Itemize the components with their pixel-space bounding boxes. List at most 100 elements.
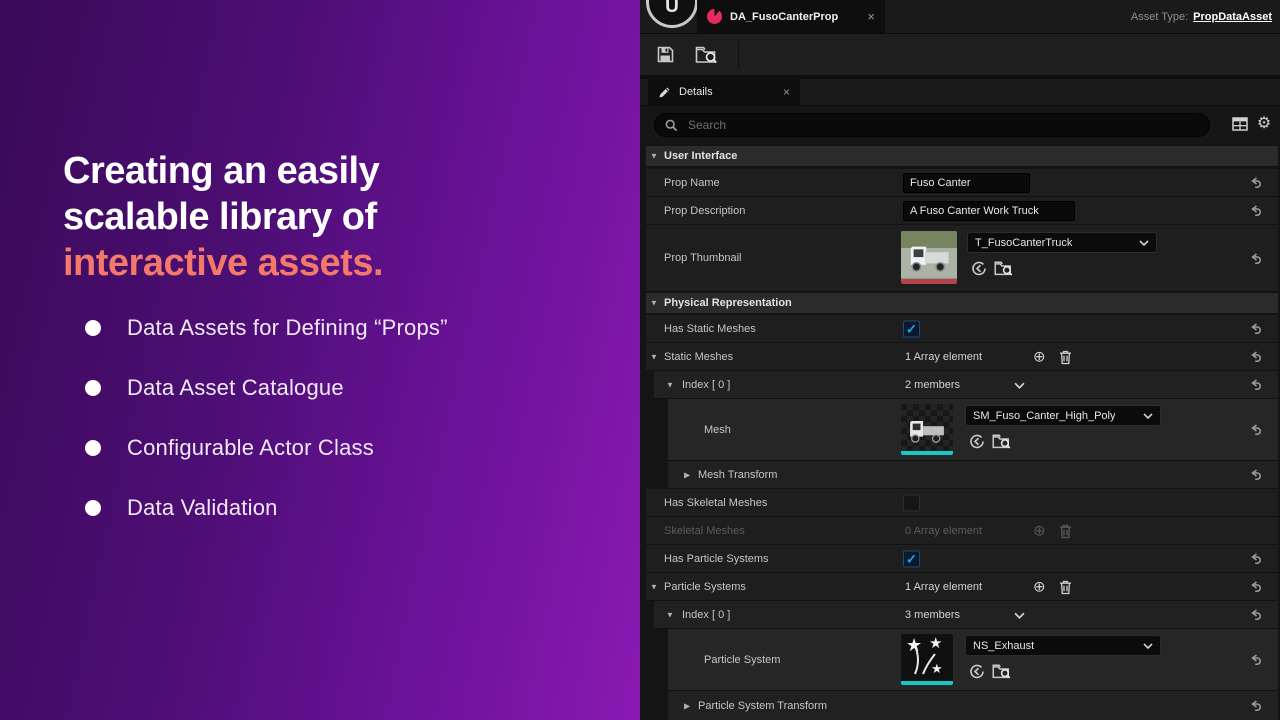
check-icon: ✓ bbox=[906, 321, 917, 336]
reset-to-default-button[interactable] bbox=[1247, 467, 1262, 482]
mesh-dropdown[interactable]: SM_Fuso_Canter_High_Poly bbox=[965, 405, 1161, 426]
category-physical-representation[interactable]: ▼ Physical Representation bbox=[646, 293, 1278, 314]
trash-icon bbox=[1059, 580, 1071, 595]
reset-to-default-button[interactable] bbox=[1247, 203, 1262, 218]
has-skeletal-meshes-checkbox[interactable] bbox=[903, 494, 920, 511]
expand-arrow-icon[interactable]: ▶ bbox=[684, 470, 690, 479]
asset-type-value[interactable]: PropDataAsset bbox=[1193, 11, 1272, 23]
expand-arrow-icon[interactable]: ▶ bbox=[684, 701, 690, 710]
row-mesh: Mesh SM_Fuso_Canter_High_Poly bbox=[668, 399, 1278, 461]
collapse-arrow-icon[interactable]: ▼ bbox=[650, 582, 658, 591]
property-label: Has Particle Systems bbox=[664, 552, 769, 565]
reset-to-default-button[interactable] bbox=[1247, 175, 1262, 190]
row-has-skeletal-meshes: Has Skeletal Meshes bbox=[646, 489, 1278, 517]
property-label: Prop Thumbnail bbox=[664, 252, 742, 264]
browse-icon bbox=[992, 434, 1011, 448]
pencil-icon bbox=[659, 87, 670, 97]
property-label: Static Meshes bbox=[664, 350, 734, 363]
tab-title: DA_FusoCanterProp bbox=[730, 10, 839, 23]
row-prop-description: Prop Description bbox=[646, 197, 1278, 225]
reset-to-default-button[interactable] bbox=[1247, 698, 1262, 713]
details-tab-label: Details bbox=[679, 86, 713, 98]
browse-to-asset-button[interactable] bbox=[690, 40, 724, 70]
clear-array-button[interactable] bbox=[1058, 580, 1072, 595]
collapse-arrow-icon[interactable]: ▼ bbox=[666, 610, 674, 619]
browse-to-asset-button[interactable] bbox=[992, 662, 1012, 680]
add-element-button: ⊕ bbox=[1033, 522, 1046, 539]
has-particle-systems-checkbox[interactable]: ✓ bbox=[903, 550, 920, 567]
property-label: Mesh Transform bbox=[698, 468, 778, 481]
use-selected-icon bbox=[969, 434, 984, 448]
index-label: Index [ 0 ] bbox=[682, 378, 731, 391]
details-tab[interactable]: Details × bbox=[648, 79, 800, 105]
property-label: Mesh bbox=[704, 423, 731, 436]
detail-settings-button[interactable]: ⚙ bbox=[1254, 114, 1274, 134]
bullet-label: Data Validation bbox=[127, 495, 278, 520]
browse-to-asset-button[interactable] bbox=[992, 432, 1012, 450]
slide-title-line1: Creating an easily bbox=[63, 150, 380, 192]
element-options-button[interactable] bbox=[1014, 382, 1025, 389]
particle-system-dropdown[interactable]: NS_Exhaust bbox=[965, 635, 1161, 656]
browse-icon bbox=[992, 664, 1011, 678]
save-button[interactable] bbox=[648, 40, 682, 70]
main-tab-bar: U DA_FusoCanterProp × Asset Type: PropDa… bbox=[640, 0, 1280, 34]
add-element-button[interactable]: ⊕ bbox=[1033, 349, 1046, 364]
asset-editor-tab[interactable]: DA_FusoCanterProp × bbox=[697, 0, 885, 33]
collapse-arrow-icon[interactable]: ▼ bbox=[666, 380, 674, 389]
chevron-down-icon bbox=[1014, 382, 1025, 389]
row-has-static-meshes: Has Static Meshes ✓ bbox=[646, 315, 1278, 343]
reset-to-default-button[interactable] bbox=[1247, 579, 1262, 594]
reset-to-default-button[interactable] bbox=[1247, 377, 1262, 392]
reset-to-default-button[interactable] bbox=[1247, 321, 1262, 336]
browse-to-asset-button[interactable] bbox=[994, 259, 1014, 277]
category-label: User Interface bbox=[664, 150, 738, 162]
reset-to-default-button[interactable] bbox=[1247, 607, 1262, 622]
collapse-arrow-icon[interactable]: ▼ bbox=[650, 299, 658, 308]
save-icon bbox=[657, 46, 673, 63]
display-filter-button[interactable] bbox=[1230, 114, 1250, 134]
bullet-item: Data Asset Catalogue bbox=[85, 372, 448, 404]
row-mesh-transform: ▶ Mesh Transform bbox=[668, 461, 1278, 489]
static-mesh-thumbnail[interactable] bbox=[901, 404, 953, 455]
screen: Creating an easily scalable library of i… bbox=[0, 0, 1280, 720]
reset-to-default-button[interactable] bbox=[1247, 652, 1262, 667]
use-selected-asset-button[interactable] bbox=[969, 259, 987, 277]
collapse-arrow-icon[interactable]: ▼ bbox=[650, 152, 658, 161]
collapse-arrow-icon[interactable]: ▼ bbox=[650, 352, 658, 361]
undo-icon bbox=[1250, 252, 1261, 264]
category-user-interface[interactable]: ▼ User Interface bbox=[646, 146, 1278, 167]
use-selected-asset-button[interactable] bbox=[967, 662, 985, 680]
prop-name-field[interactable] bbox=[903, 172, 1030, 193]
prop-description-field[interactable] bbox=[903, 200, 1075, 221]
use-selected-asset-button[interactable] bbox=[967, 432, 985, 450]
element-options-button[interactable] bbox=[1014, 612, 1025, 619]
property-label: Particle System bbox=[704, 653, 781, 666]
gear-icon: ⚙ bbox=[1256, 115, 1272, 132]
reset-to-default-button[interactable] bbox=[1247, 349, 1262, 364]
add-element-button[interactable]: ⊕ bbox=[1033, 579, 1046, 594]
details-tab-close-icon[interactable]: × bbox=[783, 86, 790, 98]
editor-panel: U DA_FusoCanterProp × Asset Type: PropDa… bbox=[640, 0, 1280, 720]
array-size: 1 Array element bbox=[905, 350, 983, 363]
bullet-item: Configurable Actor Class bbox=[85, 432, 448, 464]
reset-to-default-button[interactable] bbox=[1247, 551, 1262, 566]
undo-icon bbox=[1250, 351, 1261, 362]
property-label: Particle Systems bbox=[664, 580, 746, 593]
reset-to-default-button[interactable] bbox=[1247, 422, 1262, 437]
unreal-logo-icon[interactable]: U bbox=[646, 0, 698, 28]
selected-asset: T_FusoCanterTruck bbox=[975, 236, 1073, 249]
asset-type: Asset Type: PropDataAsset bbox=[1131, 0, 1272, 33]
search-bar[interactable] bbox=[654, 113, 1210, 137]
texture-thumbnail[interactable] bbox=[901, 231, 957, 284]
search-icon bbox=[665, 119, 678, 131]
niagara-thumbnail[interactable]: ★ ★ ★ bbox=[901, 634, 953, 685]
bullet-item: Data Validation bbox=[85, 492, 448, 524]
undo-icon bbox=[1250, 205, 1261, 216]
has-static-meshes-checkbox[interactable]: ✓ bbox=[903, 320, 920, 337]
tab-close-icon[interactable]: × bbox=[867, 10, 875, 23]
clear-array-button[interactable] bbox=[1058, 350, 1072, 365]
search-input[interactable] bbox=[686, 117, 1150, 133]
reset-to-default-button[interactable] bbox=[1247, 251, 1262, 266]
prop-thumbnail-dropdown[interactable]: T_FusoCanterTruck bbox=[967, 232, 1157, 253]
row-particle-system: Particle System ★ ★ ★ NS_Exhaust bbox=[668, 629, 1278, 691]
